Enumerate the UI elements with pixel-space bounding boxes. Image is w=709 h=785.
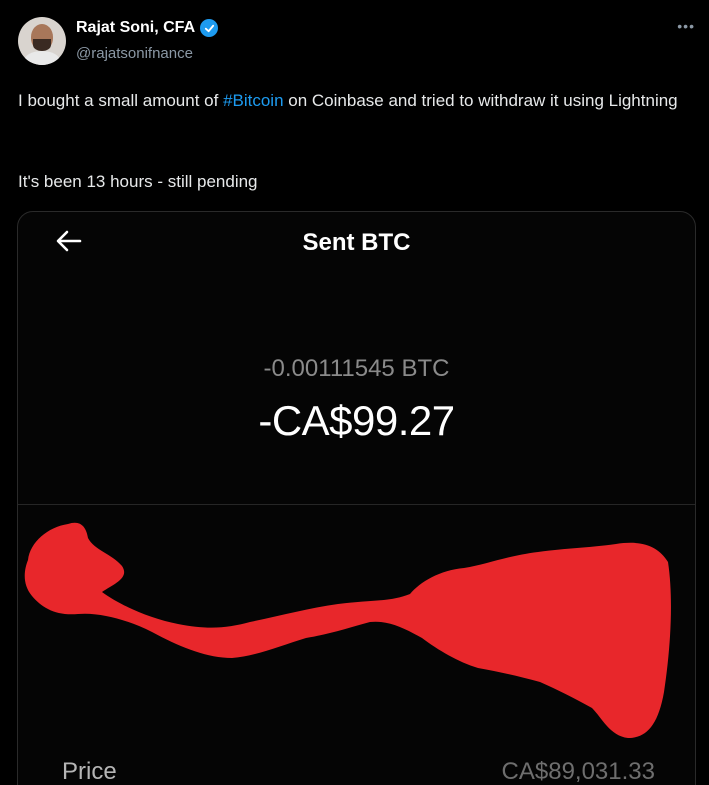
- tweet-text: I bought a small amount of #Bitcoin on C…: [18, 88, 698, 113]
- redaction-scribble: [24, 522, 671, 738]
- tweet-text-part: on Coinbase and tried to withdraw it usi…: [283, 91, 678, 110]
- tweet-text-part: I bought a small amount of: [18, 91, 224, 110]
- verified-badge-icon: [200, 19, 219, 37]
- price-label: Price: [62, 758, 117, 785]
- fiat-amount: -CA$99.27: [258, 397, 455, 444]
- avatar-beard: [33, 39, 51, 51]
- more-options-icon[interactable]: •••: [677, 18, 695, 34]
- author-handle[interactable]: @rajatsonifnance: [76, 45, 193, 62]
- btc-amount: -0.00111545 BTC: [263, 355, 450, 382]
- author-name-row[interactable]: Rajat Soni, CFA: [76, 19, 219, 37]
- hashtag-link[interactable]: #Bitcoin: [223, 91, 283, 110]
- divider: [18, 504, 695, 505]
- avatar[interactable]: [18, 17, 66, 65]
- avatar-body: [24, 51, 60, 65]
- author-name[interactable]: Rajat Soni, CFA: [76, 19, 195, 37]
- price-value: CA$89,031.33: [501, 758, 655, 785]
- attached-screenshot[interactable]: Sent BTC -0.00111545 BTC -CA$99.27 Price…: [17, 211, 696, 785]
- screen-title: Sent BTC: [302, 229, 411, 256]
- tweet-text-line2: It's been 13 hours - still pending: [18, 172, 258, 191]
